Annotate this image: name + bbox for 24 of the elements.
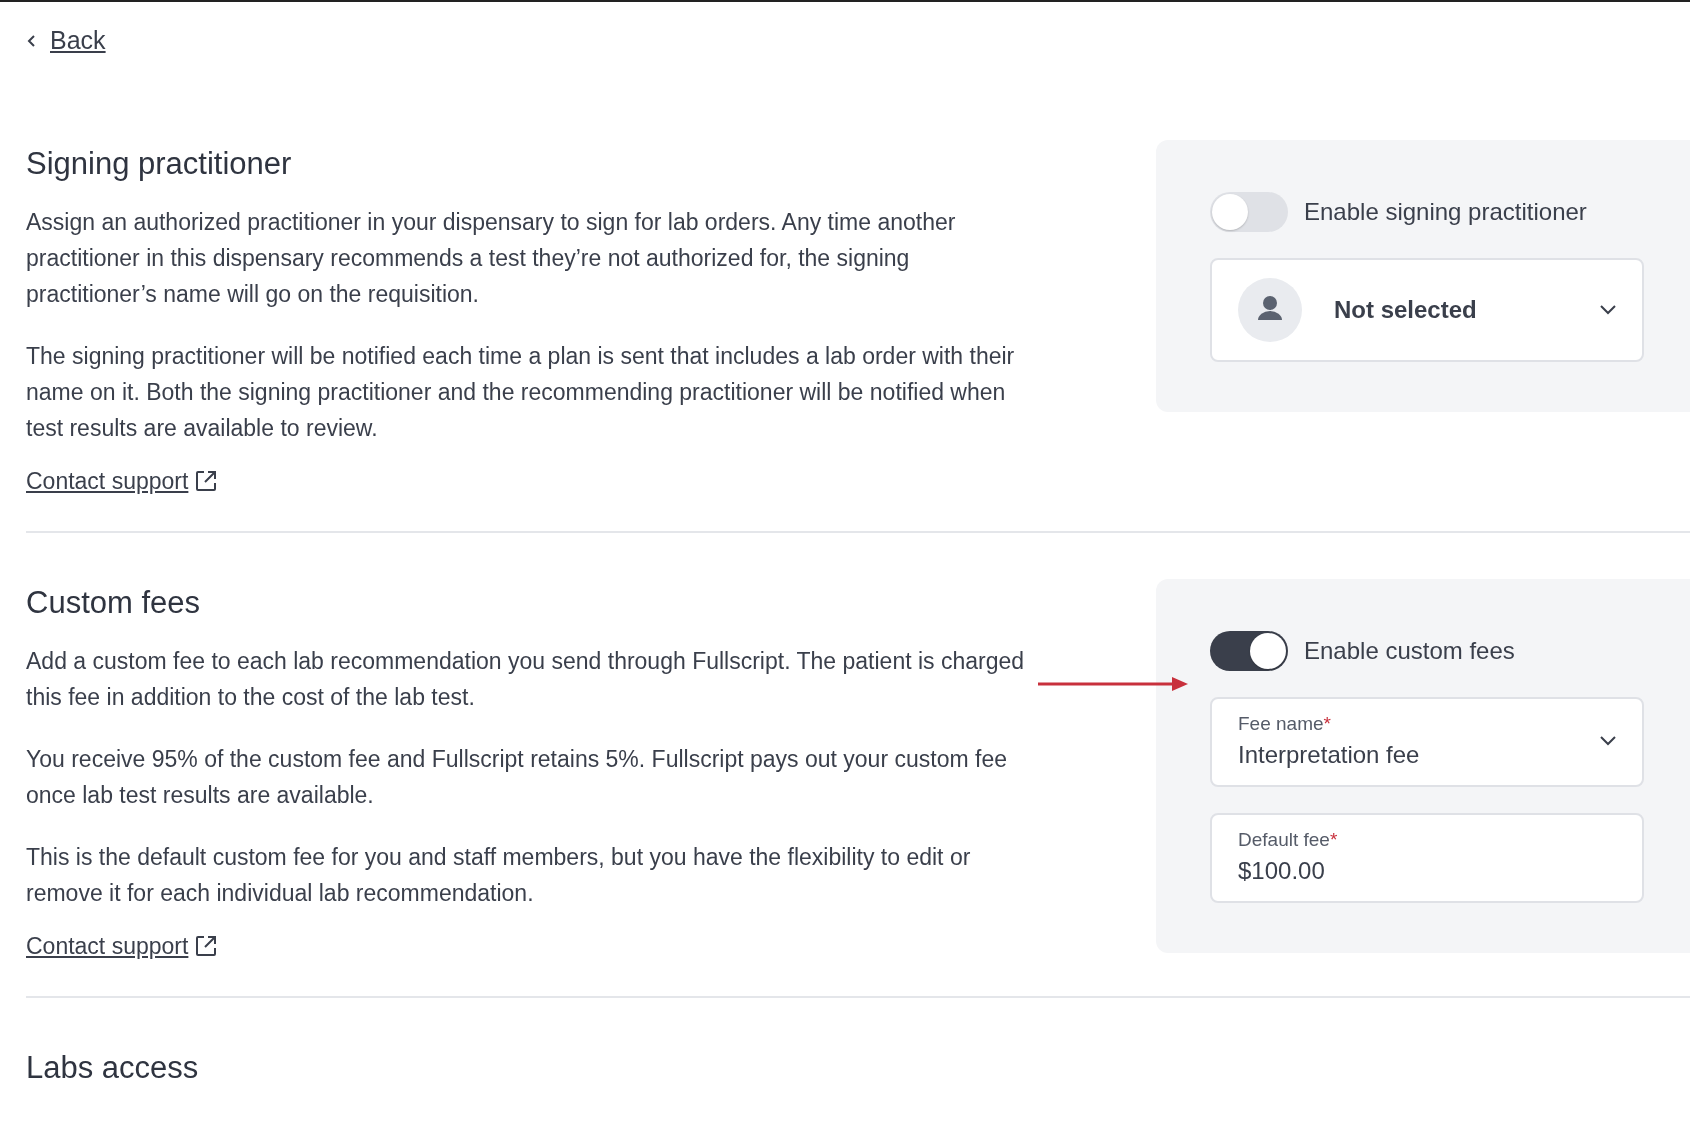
field-label: Fee name* bbox=[1238, 713, 1332, 735]
paragraph: The signing practitioner will be notified each time a plan is sent that includes a lab order with their name on it. Both the signing practitioner and the recommending practitioner will be notified when test results are available to review. bbox=[26, 342, 1016, 443]
toggle-label: Enable signing practitioner bbox=[1304, 198, 1587, 226]
required-mark: * bbox=[1323, 713, 1331, 734]
section-heading: Signing practitioner bbox=[26, 146, 293, 182]
paragraph: Add a custom fee to each lab recommendation you send through Fullscript. The patient is charged this fee in addition to the cost of the lab test. bbox=[26, 647, 1026, 712]
back-link[interactable]: Back bbox=[26, 26, 106, 55]
practitioner-dropdown[interactable]: Not selected bbox=[1210, 258, 1644, 362]
paragraph: You receive 95% of the custom fee and Fullscript retains 5%. Fullscript pays out your custom fee once lab test results are available. bbox=[26, 745, 1008, 810]
toggle-switch[interactable] bbox=[1210, 192, 1288, 232]
chevron-left-icon bbox=[26, 33, 36, 48]
contact-support-link[interactable]: Contact support bbox=[26, 468, 221, 495]
contact-support-link[interactable]: Contact support bbox=[26, 933, 221, 960]
toggle-switch[interactable] bbox=[1210, 631, 1288, 671]
default-fee-field[interactable]: Default fee* $100.00 bbox=[1210, 813, 1644, 903]
fee-name-dropdown[interactable]: Fee name* Interpretation fee bbox=[1210, 697, 1644, 787]
section-heading: Labs access bbox=[26, 1050, 200, 1086]
paragraph: Assign an authorized practitioner in your dispensary to sign for lab orders. Any time another practitioner in this dispensary recommends a test they’re not authorized for, the signing practitioner’s name will go on the requisition. bbox=[26, 208, 957, 309]
section-heading: Custom fees bbox=[26, 585, 201, 621]
toggle-label: Enable custom fees bbox=[1304, 637, 1515, 665]
paragraph: This is the default custom fee for you and staff members, but you have the flexibility to edit or remove it for each individual lab recommendation. bbox=[26, 843, 972, 908]
required-mark: * bbox=[1329, 829, 1338, 850]
field-label: Default fee* bbox=[1238, 829, 1339, 851]
person-avatar-icon bbox=[1238, 278, 1302, 342]
